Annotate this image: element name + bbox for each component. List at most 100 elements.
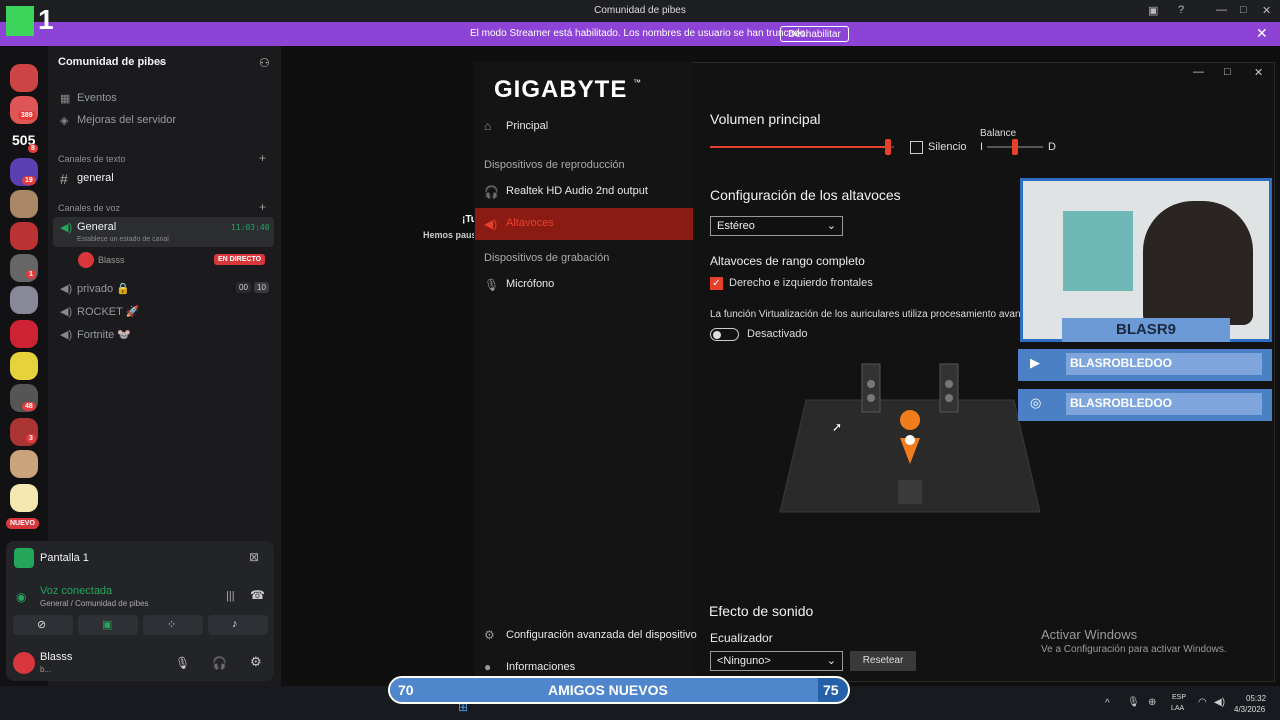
fullrange-checkbox[interactable]: ✓ — [710, 277, 723, 290]
goal-current: 70 — [398, 682, 414, 698]
nav-info[interactable]: Informaciones — [506, 661, 575, 673]
soundboard-button[interactable]: ♪ — [208, 615, 268, 635]
equalizer-select[interactable]: <Ninguno> ⌄ — [710, 651, 843, 671]
hash-icon: # — [60, 171, 68, 187]
nav-microphone[interactable]: Micrófono — [506, 278, 554, 290]
nav-advanced-settings[interactable]: Configuración avanzada del dispositivo — [506, 629, 697, 641]
speaker-placement-visual[interactable] — [778, 360, 1043, 520]
voice-channel-rocket[interactable]: ROCKET 🚀 — [77, 305, 139, 318]
server-icon[interactable] — [10, 222, 38, 250]
stop-share-icon[interactable]: ⊠ — [249, 550, 259, 564]
virtualization-toggle[interactable] — [710, 328, 739, 341]
microphone-icon: 🎙 — [484, 278, 500, 292]
headphones-icon[interactable]: 🎧 — [212, 656, 227, 670]
user-avatar[interactable] — [13, 652, 35, 674]
add-member-icon[interactable]: ⚇ — [259, 56, 270, 70]
server-name[interactable]: Comunidad de pibes — [58, 56, 166, 68]
microphone-icon[interactable]: 🎙 — [1127, 697, 1140, 708]
clock-time[interactable]: 05:32 — [1246, 694, 1266, 703]
main-volume-fill — [710, 146, 889, 148]
voice-channel-fortnite[interactable]: Fortnite 🐭 — [77, 328, 131, 341]
voice-channel-privado[interactable]: privado 🔒 — [77, 282, 130, 295]
banner-close-icon[interactable]: ✕ — [1256, 25, 1268, 42]
goal-target: 75 — [823, 682, 839, 698]
wifi-icon[interactable]: ◠ — [1198, 697, 1207, 708]
settings-gear-icon[interactable]: ⚙ — [250, 654, 262, 670]
new-friends-goal-bar: 70 AMIGOS NUEVOS 75 — [388, 676, 850, 704]
network-icon[interactable]: ⊕ — [1148, 697, 1156, 708]
lang-top[interactable]: ESP — [1172, 694, 1186, 701]
disconnect-icon[interactable]: ☎ — [250, 588, 265, 602]
nav-playback-device[interactable]: Realtek HD Audio 2nd output — [506, 185, 648, 197]
minimize-icon[interactable]: — — [1193, 66, 1204, 78]
title-bar: Comunidad de pibes ▣ ? — □ ✕ — [0, 0, 1280, 22]
add-voice-channel-icon[interactable]: + — [259, 200, 266, 214]
disable-streamer-button[interactable]: Deshabilitar — [780, 26, 849, 42]
soundboard-icon: ♪ — [232, 618, 238, 630]
chevron-down-icon[interactable]: ⌄ — [157, 56, 165, 67]
server-badge: 1 — [26, 270, 36, 279]
server-badge: 3 — [26, 434, 36, 443]
reset-button[interactable]: Resetear — [850, 651, 916, 671]
voice-user-name[interactable]: Blasss — [98, 255, 125, 265]
goal-label: AMIGOS NUEVOS — [548, 682, 668, 698]
nav-principal[interactable]: Principal — [506, 120, 548, 132]
activities-button[interactable]: ⁘ — [143, 615, 203, 635]
close-icon[interactable]: ✕ — [1254, 66, 1263, 79]
user-name[interactable]: Blasss — [40, 651, 72, 663]
add-channel-icon[interactable]: + — [259, 151, 266, 165]
screen-icon: ▣ — [102, 619, 113, 631]
balance-left-label: I — [980, 141, 984, 153]
fullrange-title: Altavoces de rango completo — [710, 254, 865, 268]
gigabyte-logo: GIGABYTE — [494, 76, 628, 103]
playback-header: Dispositivos de reproducción — [484, 159, 625, 171]
server-icon[interactable] — [10, 320, 38, 348]
volume-icon[interactable]: ◀) — [1214, 697, 1225, 708]
screen-icon[interactable]: ▣ — [1148, 4, 1158, 17]
clock-date[interactable]: 4/3/2026 — [1234, 705, 1265, 714]
server-icon[interactable] — [10, 286, 38, 314]
mute-checkbox[interactable] — [910, 141, 923, 154]
maximize-icon[interactable]: □ — [1240, 4, 1247, 16]
voice-category[interactable]: Canales de voz — [58, 203, 120, 213]
main-partial-subtext: Hemos pausa — [423, 230, 482, 240]
main-volume-handle[interactable] — [885, 139, 892, 155]
speaker-icon: ◀) — [60, 222, 73, 234]
avatar — [78, 252, 94, 268]
server-badge: 48 — [22, 402, 36, 411]
headphones-icon: 🎧 — [484, 185, 499, 199]
info-icon: ● — [484, 660, 492, 674]
microphone-icon[interactable]: 🎙 — [175, 656, 190, 670]
soundwave-icon[interactable]: ||| — [226, 590, 235, 602]
channel-general[interactable]: general — [77, 172, 114, 184]
virtualization-toggle-label: Desactivado — [747, 328, 808, 340]
server-icon[interactable] — [10, 450, 38, 478]
user-status: b... — [40, 665, 52, 674]
server-icon[interactable] — [10, 64, 38, 92]
close-icon[interactable]: ✕ — [1262, 4, 1271, 17]
voice-connected-label[interactable]: Voz conectada — [40, 585, 112, 597]
channel-status-hint[interactable]: Establece un estado de canal — [77, 236, 169, 243]
voice-location[interactable]: General / Comunidad de pibes — [40, 599, 149, 608]
minimize-icon[interactable]: — — [1216, 4, 1227, 16]
speaker-config-select[interactable]: Estéreo ⌄ — [710, 216, 843, 236]
activities-icon: ⁘ — [167, 619, 177, 631]
help-icon[interactable]: ? — [1178, 4, 1184, 16]
maximize-icon[interactable]: □ — [1224, 66, 1231, 78]
server-icon[interactable] — [10, 352, 38, 380]
equalizer-label: Ecualizador — [710, 631, 773, 645]
server-icon[interactable] — [10, 190, 38, 218]
tray-chevron-icon[interactable]: ^ — [1105, 698, 1110, 709]
new-badge[interactable]: NUEVO — [6, 518, 39, 529]
balance-handle[interactable] — [1012, 139, 1018, 155]
lang-bottom[interactable]: LAA — [1171, 705, 1184, 712]
events-item[interactable]: Eventos — [77, 92, 117, 104]
camera-off-button[interactable]: ⊘ — [13, 615, 73, 635]
main-volume-title: Volumen principal — [710, 111, 821, 127]
user-limit: 10 — [254, 282, 269, 293]
server-icon[interactable] — [10, 484, 38, 512]
screen-share-button[interactable]: ▣ — [78, 615, 138, 635]
text-category[interactable]: Canales de texto — [58, 154, 126, 164]
server-boosts-item[interactable]: Mejoras del servidor — [77, 114, 176, 126]
server-badge: 8 — [28, 144, 38, 153]
